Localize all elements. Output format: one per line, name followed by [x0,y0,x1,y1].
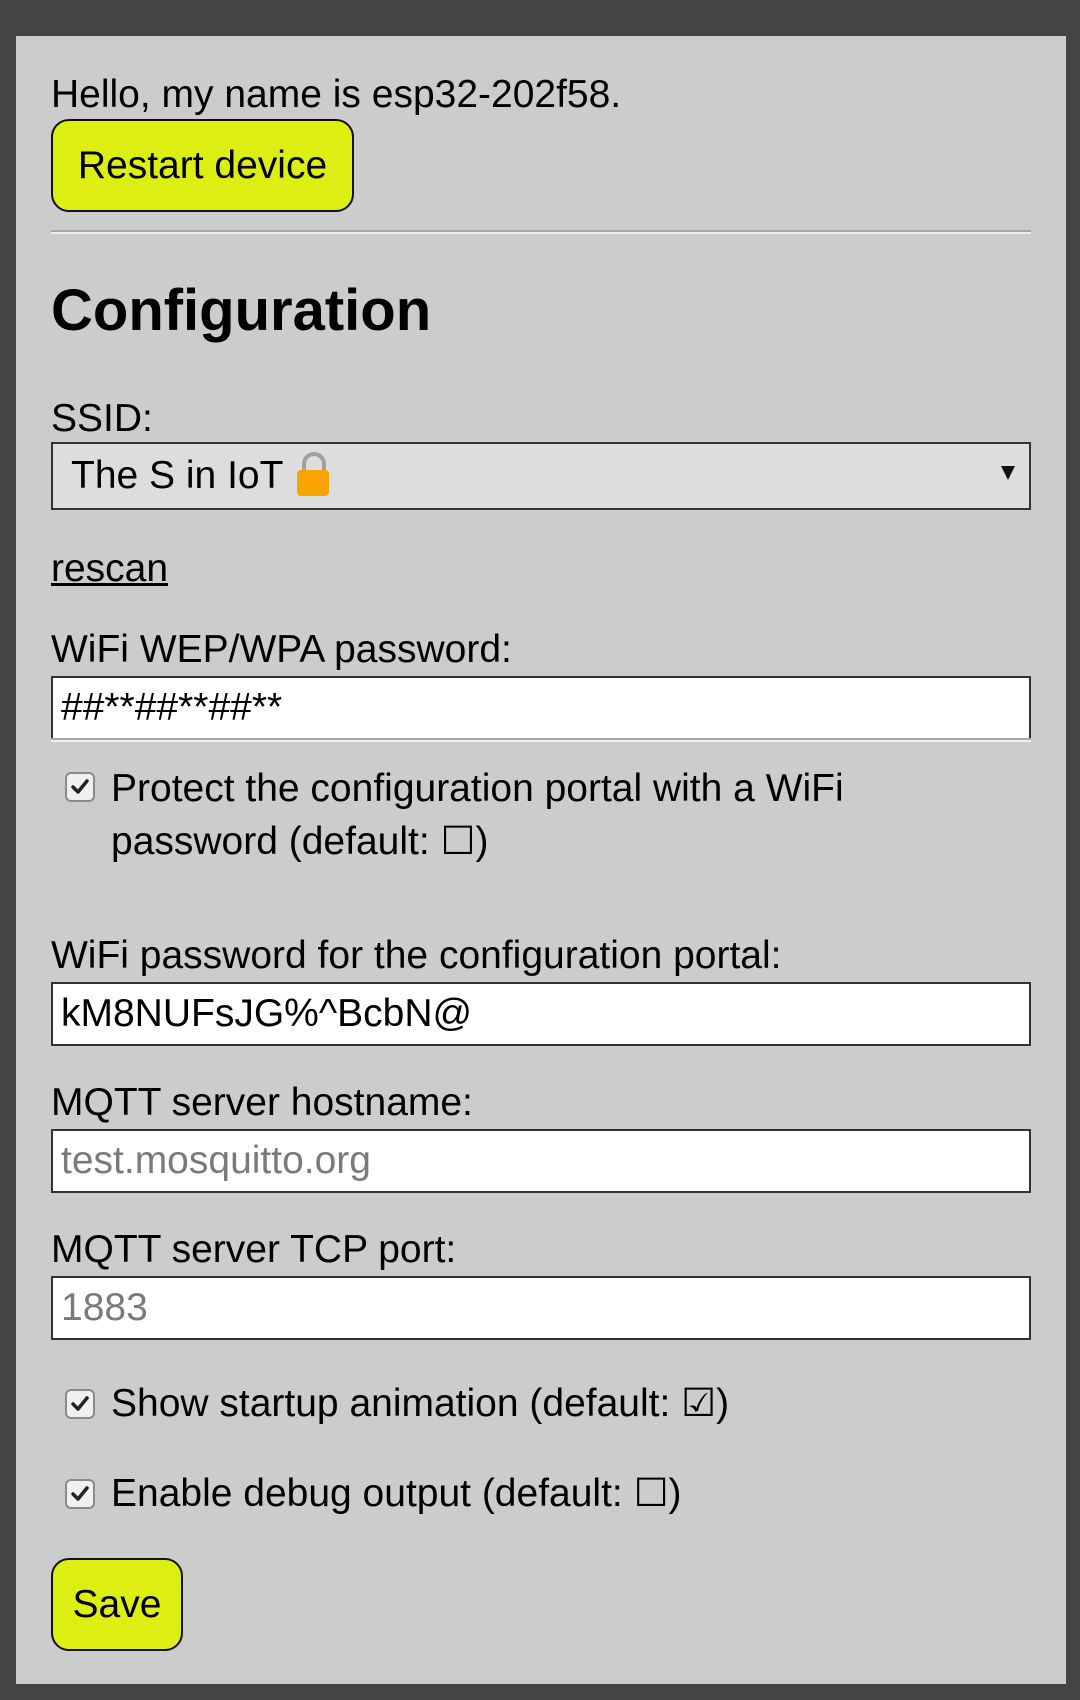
wifi-password-label: WiFi WEP/WPA password: [51,628,512,671]
mqtt-host-label: MQTT server hostname: [51,1081,473,1124]
divider [51,738,1031,742]
startup-animation-checkbox[interactable] [65,1389,95,1419]
mqtt-port-label: MQTT server TCP port: [51,1228,457,1271]
startup-animation-label[interactable]: Show startup animation (default: ☑) [111,1377,729,1430]
portal-panel: Hello, my name is esp32-202f58. Restart … [16,36,1066,1684]
debug-output-label[interactable]: Enable debug output (default: ☐) [111,1467,682,1520]
portal-password-input[interactable] [51,982,1031,1046]
wifi-password-input[interactable] [51,676,1031,740]
page-title: Configuration [51,278,432,343]
mqtt-port-input[interactable] [51,1276,1031,1340]
rescan-link[interactable]: rescan [51,546,168,592]
checkmark-icon [71,1486,89,1501]
checkmark-icon [71,779,89,794]
chevron-down-icon [1001,466,1015,480]
lock-body [297,470,330,496]
protect-portal-label[interactable]: Protect the configuration portal with a … [111,762,911,868]
ssid-selected-text: The S in IoT [71,454,284,497]
ssid-select[interactable]: The S in IoT [51,442,1031,510]
save-button[interactable]: Save [51,1558,183,1651]
restart-device-button[interactable]: Restart device [51,119,354,212]
checkmark-icon [71,1396,89,1411]
greeting-text: Hello, my name is esp32-202f58. [51,73,622,116]
protect-portal-checkbox[interactable] [65,772,95,802]
portal-password-label: WiFi password for the configuration port… [51,934,782,977]
lock-icon [297,452,330,496]
mqtt-host-input[interactable] [51,1129,1031,1193]
divider [51,230,1031,234]
debug-output-checkbox[interactable] [65,1479,95,1509]
ssid-label: SSID: [51,397,153,440]
ssid-selected-value: The S in IoT [71,444,330,508]
